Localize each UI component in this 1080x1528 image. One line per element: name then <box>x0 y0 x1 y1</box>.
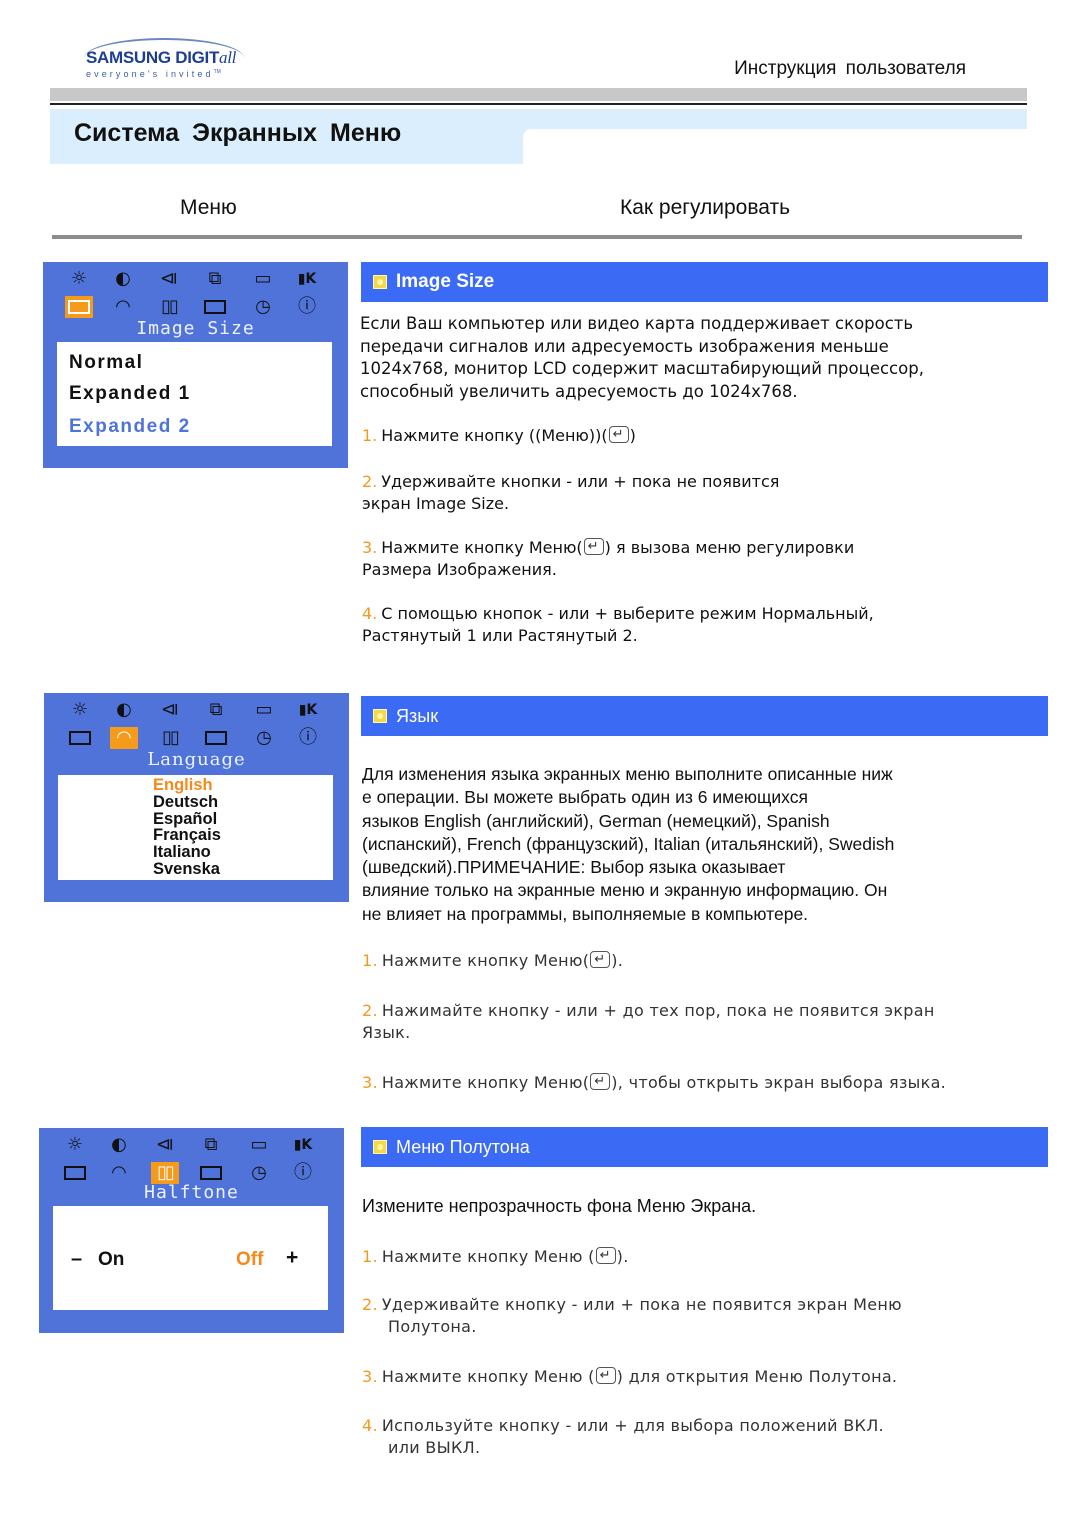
position-icon[interactable]: ⧏ <box>155 268 183 290</box>
logo-brand: SAMSUNG DIGITall <box>86 48 237 67</box>
halftone-on-option[interactable]: On <box>98 1249 124 1271</box>
video-icon[interactable]: ▭ <box>245 1134 273 1156</box>
halftone-icon[interactable]: ▯▯ <box>155 296 183 318</box>
osd-title: Halftone <box>144 1182 239 1203</box>
language-step-1: 1.Нажмите кнопку Меню(). <box>362 949 623 972</box>
section-title: Меню Полутона <box>396 1136 530 1157</box>
bullet-icon <box>373 275 387 289</box>
osd-options-box: – On Off + <box>53 1206 328 1310</box>
pip-icon[interactable] <box>197 1162 225 1184</box>
video-icon[interactable]: ▭ <box>249 268 277 290</box>
contrast-icon[interactable]: ◐ <box>109 268 137 290</box>
section-header-halftone: Меню Полутона <box>361 1127 1048 1167</box>
position-icon[interactable]: ⧏ <box>151 1134 179 1156</box>
image-size-icon[interactable] <box>65 296 93 318</box>
brightness-icon[interactable]: ☼ <box>66 699 94 721</box>
halftone-icon[interactable]: ▯▯ <box>156 727 184 749</box>
language-icon[interactable]: ◠ <box>109 296 137 318</box>
osd-language-option[interactable]: Français <box>153 827 221 844</box>
minus-button[interactable]: – <box>71 1248 82 1271</box>
timer-icon[interactable]: ◷ <box>249 296 277 318</box>
page-title: Система Экранных Меню <box>74 119 402 147</box>
image-size-step-2: 2. Удерживайте кнопки - или + пока не поя… <box>362 472 780 513</box>
image-size-icon[interactable] <box>61 1162 89 1184</box>
osd-halftone-panel: ☼ ◐ ⧏ ⧉ ▭ ▮K ◠ ▯▯ ◷ ⓘ Halftone – On Off + <box>39 1128 344 1333</box>
color-temperature-icon[interactable]: ▮K <box>293 268 321 290</box>
info-icon[interactable]: ⓘ <box>294 727 322 749</box>
language-step-2: 2. Нажимайте кнопку - или + до тех пор, п… <box>362 1001 935 1042</box>
bullet-icon <box>373 1140 387 1154</box>
language-description: Для изменения языка экранных меню выполн… <box>362 764 895 924</box>
logo-tagline: everyone's invitedTM <box>86 69 221 79</box>
halftone-step-3: 3.Нажмите кнопку Меню () для открытия Ме… <box>362 1365 897 1388</box>
language-step-3: 3.Нажмите кнопку Меню(), чтобы открыть э… <box>362 1071 946 1094</box>
section-title: Язык <box>396 705 439 726</box>
video-icon[interactable]: ▭ <box>250 699 278 721</box>
menu-enter-key-icon <box>595 1245 616 1267</box>
image-size-step-1: 1.Нажмите кнопку ((Меню))() <box>362 424 636 447</box>
contrast-icon[interactable]: ◐ <box>105 1134 133 1156</box>
halftone-step-2: 2. Удерживайте кнопку - или + пока не поя… <box>362 1295 902 1336</box>
section-header-image-size: Image Size <box>361 262 1048 302</box>
osd-language-option[interactable]: Italiano <box>153 844 221 861</box>
menu-enter-key-icon <box>583 536 604 558</box>
column-header-how-to-adjust: Как регулировать <box>620 196 791 219</box>
image-size-icon[interactable] <box>66 727 94 749</box>
image-size-step-3: 3.Нажмите кнопку Меню() я вызова меню ре… <box>362 536 854 581</box>
osd-image-size-panel: ☼ ◐ ⧏ ⧉ ▭ ▮K ◠ ▯▯ ◷ ⓘ Image Size Normal Expanded … <box>43 262 348 468</box>
color-temperature-icon[interactable]: ▮K <box>294 699 322 721</box>
timer-icon[interactable]: ◷ <box>245 1162 273 1184</box>
window-icon[interactable]: ⧉ <box>202 699 230 721</box>
halftone-off-option[interactable]: Off <box>236 1249 263 1271</box>
halftone-step-4: 4. Используйте кнопку - или + для выбора … <box>362 1416 884 1457</box>
plus-button[interactable]: + <box>286 1246 298 1270</box>
section-header-language: Язык <box>361 696 1048 736</box>
halftone-description: Измените непрозрачность фона Меню Экрана… <box>362 1196 757 1216</box>
manual-title: Инструкция пользователя <box>734 58 966 79</box>
column-header-menu: Меню <box>180 196 237 219</box>
info-icon[interactable]: ⓘ <box>293 296 321 318</box>
language-icon[interactable]: ◠ <box>110 727 138 749</box>
osd-option-normal[interactable]: Normal <box>69 352 143 374</box>
osd-language-option[interactable]: Español <box>153 810 221 828</box>
language-icon[interactable]: ◠ <box>105 1162 133 1184</box>
osd-language-option[interactable]: Svenska <box>153 861 221 878</box>
osd-language-option[interactable]: Deutsch <box>153 793 221 811</box>
pip-icon[interactable] <box>202 727 230 749</box>
osd-title: Image Size <box>136 318 255 339</box>
window-icon[interactable]: ⧉ <box>201 268 229 290</box>
osd-option-expanded-2[interactable]: Expanded 2 <box>69 416 191 438</box>
brightness-icon[interactable]: ☼ <box>61 1134 89 1156</box>
osd-language-list: English Deutsch Español Français Italiano Sve… <box>153 777 221 878</box>
color-temperature-icon[interactable]: ▮K <box>289 1134 317 1156</box>
halftone-step-1: 1.Нажмите кнопку Меню (). <box>362 1245 629 1268</box>
menu-enter-key-icon <box>595 1365 616 1387</box>
contrast-icon[interactable]: ◐ <box>110 699 138 721</box>
osd-option-expanded-1[interactable]: Expanded 1 <box>69 383 191 405</box>
header-gray-band <box>50 88 1027 101</box>
osd-title: Language <box>147 749 246 770</box>
window-icon[interactable]: ⧉ <box>197 1134 225 1156</box>
menu-enter-key-icon <box>608 424 629 446</box>
title-band-notch <box>523 129 1027 165</box>
samsung-logo: SAMSUNG DIGITall everyone's invitedTM <box>78 38 248 83</box>
position-icon[interactable]: ⧏ <box>156 699 184 721</box>
info-icon[interactable]: ⓘ <box>289 1162 317 1184</box>
header-rule <box>50 103 1027 105</box>
image-size-description: Если Ваш компьютер или видео карта подде… <box>360 314 924 401</box>
column-header-rule <box>52 235 1022 239</box>
osd-options-box: Normal Expanded 1 Expanded 2 <box>57 342 332 446</box>
halftone-icon[interactable]: ▯▯ <box>151 1162 179 1184</box>
pip-icon[interactable] <box>201 296 229 318</box>
image-size-step-4: 4. С помощью кнопок - или + выберите режи… <box>362 604 874 645</box>
osd-language-panel: ☼ ◐ ⧏ ⧉ ▭ ▮K ◠ ▯▯ ◷ ⓘ Language English Deutsch Espa… <box>44 693 349 902</box>
section-title: Image Size <box>396 271 495 292</box>
osd-options-box: English Deutsch Español Français Italiano Sve… <box>58 775 333 880</box>
menu-enter-key-icon <box>590 1071 611 1093</box>
timer-icon[interactable]: ◷ <box>250 727 278 749</box>
osd-language-option[interactable]: English <box>153 777 221 794</box>
menu-enter-key-icon <box>590 949 611 971</box>
bullet-icon <box>373 709 387 723</box>
brightness-icon[interactable]: ☼ <box>65 268 93 290</box>
